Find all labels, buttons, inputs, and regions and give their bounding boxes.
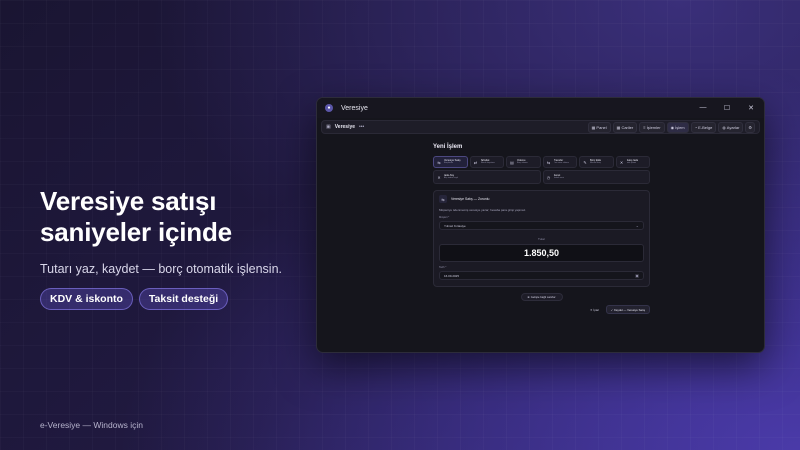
pencil-icon: ✎ (583, 159, 587, 165)
hero-title: Veresiye satışı saniyeler içinde (40, 186, 310, 248)
nav-label: Panel (596, 124, 607, 130)
customer-select[interactable]: Yılmaz Kırtasiye ⌄ (439, 221, 644, 230)
amount-input[interactable]: 1.850,50 (439, 244, 644, 262)
form-actions: ✕ İptal ✓ Kaydet — Veresiye Satış (433, 305, 650, 314)
window-controls: — ☐ ✕ (698, 104, 756, 112)
nav-label: E-Belge (698, 124, 713, 130)
wallet-icon: ▤ (510, 159, 514, 165)
transfer-icon: ⇆ (546, 159, 551, 165)
save-button[interactable]: ✓ Kaydet — Veresiye Satış (605, 305, 650, 314)
nav-cariler[interactable]: ▦ Cariler (612, 121, 638, 133)
type-desc: Cari arası aktarım (553, 162, 570, 164)
type-tahsilat[interactable]: ⇄ Tahsilat Alacak kapatma (469, 156, 504, 168)
type-desc: Alacak kapatma (480, 162, 495, 164)
maximize-icon[interactable]: ☐ (722, 104, 732, 112)
linked-rows-label: Gelişte bağlı satırlar (530, 295, 556, 299)
check-icon: ✓ (610, 307, 614, 312)
date-value: 16.09.2025 (444, 273, 460, 278)
type-desc: Borçlandır (444, 162, 454, 164)
close-icon[interactable]: ✕ (746, 104, 756, 112)
type-odeme[interactable]: ▤ Ödeme Borç ödeme (506, 156, 541, 168)
toolbar-brand: Veresiye (334, 124, 356, 130)
linked-rows-button[interactable]: ⊕ Gelişte bağlı satırlar (520, 293, 563, 301)
transaction-types-2: ✕ İade Alış Alış iadesi kaydı ◷ Senet Vade… (433, 170, 650, 184)
panel-icon: ▦ (591, 124, 596, 130)
nav-label: İşlemler (646, 124, 661, 130)
list-icon: ≡ (643, 124, 646, 130)
clock-icon: ◷ (546, 174, 551, 180)
cross-icon: ✕ (437, 174, 441, 180)
exchange-icon: ⇄ (473, 159, 478, 165)
cariler-icon: ▦ (616, 124, 621, 130)
window-title: Veresiye (341, 104, 368, 112)
hero-subtitle: Tutarı yaz, kaydet — borç otomatik işlen… (40, 262, 282, 276)
swap-icon: ⇆ (439, 195, 447, 203)
nav-panel[interactable]: ▦ Panel (587, 121, 611, 133)
swap-icon: ⇆ (437, 159, 441, 165)
title-bar: ● Veresiye — ☐ ✕ (317, 98, 764, 118)
type-desc: Alış iadesi kaydı (444, 177, 459, 179)
app-icon: ● (325, 104, 333, 112)
cross-icon: ✕ (619, 159, 624, 165)
cancel-label: İptal (593, 307, 599, 312)
transaction-icon: ◉ (670, 124, 675, 130)
nav-ayarlar[interactable]: ◍ Ayarlar (718, 121, 744, 133)
footer-note: e-Veresiye — Windows için (40, 420, 143, 430)
form-header: ⇆ Veresiye Satış — Zorunlu (439, 195, 644, 203)
nav-islemler[interactable]: ≡ İşlemler (639, 121, 665, 133)
plus-icon: ⊕ (527, 295, 530, 299)
calendar-icon[interactable]: ▣ (635, 273, 639, 278)
type-veresiye-satis[interactable]: ⇆ Veresiye Satış Borçlandır (433, 156, 468, 168)
main-content: Yeni İşlem ⇆ Veresiye Satış Borçlandır ⇄ … (433, 144, 650, 314)
chip-kdv: KDV & iskonto (40, 288, 133, 310)
feature-chips: KDV & iskonto Taksit desteği (40, 288, 310, 310)
chevron-down-icon: ⌄ (635, 223, 639, 228)
type-desc: Vadeli senet (553, 177, 565, 179)
more-icon[interactable]: ••• (359, 124, 364, 130)
date-input[interactable]: 16.09.2025 ▣ (439, 271, 644, 280)
close-icon: ✕ (590, 307, 593, 312)
settings-icon: ◍ (722, 124, 726, 130)
nav-bar: ▦ Panel ▦ Cariler ≡ İşlemler ◉ İşlem ◔ E-Belg… (587, 121, 755, 133)
cancel-button[interactable]: ✕ İptal (586, 305, 603, 314)
hero: Veresiye satışı saniyeler içinde Tutarı … (40, 186, 310, 310)
nav-label: İşlem (675, 124, 685, 130)
customer-value: Yılmaz Kırtasiye (444, 223, 466, 228)
type-iade-alis[interactable]: ✕ İade Alış Alış iadesi kaydı (433, 170, 541, 184)
app-toolbar: ▣ Veresiye ••• ▦ Panel ▦ Cariler ≡ İşlemler… (321, 120, 760, 134)
nav-ebelge[interactable]: ◔ E-Belge (690, 121, 717, 133)
gear-icon[interactable]: ⚙ (745, 121, 755, 133)
app-window: ● Veresiye — ☐ ✕ ▣ Veresiye ••• ▦ Panel ▦… (316, 97, 765, 353)
save-label: Kaydet — Veresiye Satış (614, 307, 645, 312)
customer-label: Müşteri * (439, 216, 450, 219)
nav-islem[interactable]: ◉ İşlem (666, 121, 689, 133)
transaction-types: ⇆ Veresiye Satış Borçlandır ⇄ Tahsilat Ala… (433, 156, 650, 168)
type-desc: Borç ödeme (517, 162, 528, 164)
type-transfer[interactable]: ⇆ Transfer Cari arası aktarım (542, 156, 577, 168)
form-title: Veresiye Satış — Zorunlu (451, 197, 490, 201)
type-desc: Manuel borç (590, 162, 602, 164)
hero-title-line2: saniyeler içinde (40, 217, 232, 247)
document-icon: ◔ (694, 124, 698, 130)
form-description: Müşteriye ödenmemiş veresiye yazar; hesa… (439, 208, 527, 212)
type-borc-ekle[interactable]: ✎ Borç Ekle Manuel borç (579, 156, 614, 168)
type-desc: İade işlemi (626, 162, 637, 164)
amount-label: Tutar (538, 237, 545, 241)
page-title: Yeni İşlem (433, 144, 463, 150)
minimize-icon[interactable]: — (698, 104, 708, 112)
hero-title-line1: Veresiye satışı (40, 186, 217, 216)
date-label: Tarih * (439, 266, 447, 269)
type-satis-iade[interactable]: ✕ Satış İade İade işlemi (615, 156, 650, 168)
nav-label: Cariler (621, 124, 634, 130)
transaction-form: ⇆ Veresiye Satış — Zorunlu Müşteriye öde… (433, 190, 650, 287)
chip-taksit: Taksit desteği (138, 288, 229, 310)
nav-label: Ayarlar (726, 124, 740, 130)
app-menu-icon[interactable]: ▣ (326, 124, 331, 130)
type-senet[interactable]: ◷ Senet Vadeli senet (542, 170, 650, 184)
